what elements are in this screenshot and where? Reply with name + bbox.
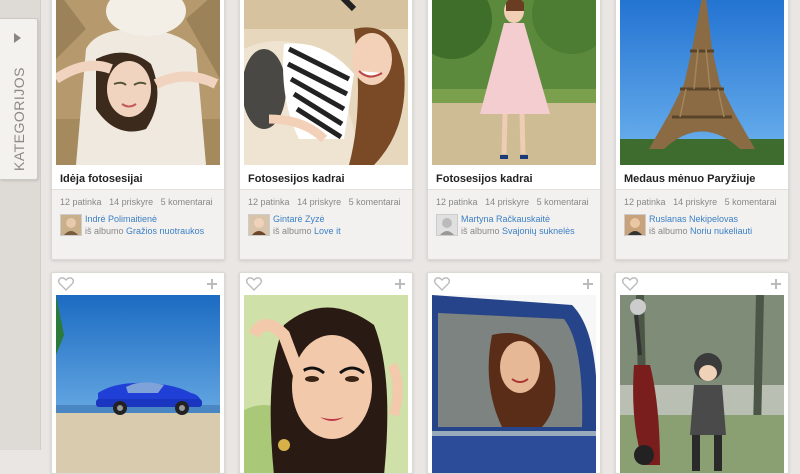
plus-icon[interactable] bbox=[394, 278, 406, 290]
heart-icon[interactable] bbox=[58, 277, 74, 291]
pin-photo[interactable] bbox=[56, 295, 220, 473]
likes-count: 12 patinka bbox=[624, 197, 666, 207]
pin-meta: 12 patinka 14 priskyre 5 komentarai Rusl… bbox=[616, 189, 788, 259]
comments-count[interactable]: 5 komentarai bbox=[161, 197, 213, 207]
comments-count[interactable]: 5 komentarai bbox=[725, 197, 777, 207]
pin-stats: 12 patinka 14 priskyre 5 komentarai bbox=[248, 197, 406, 207]
avatar[interactable] bbox=[624, 214, 646, 236]
pin-card[interactable]: Fotosesijos kadrai 12 patinka 14 priskyr… bbox=[239, 0, 413, 260]
plus-icon[interactable] bbox=[770, 278, 782, 290]
categories-label: KATEGORIJOS bbox=[11, 66, 27, 172]
author-link[interactable]: Ruslanas Nekipelovas bbox=[649, 214, 738, 224]
pin-title[interactable]: Fotosesijos kadrai bbox=[436, 173, 533, 185]
author-link[interactable]: Gintarė Zyzė bbox=[273, 214, 325, 224]
plus-icon[interactable] bbox=[582, 278, 594, 290]
pin-meta: 12 patinka 14 priskyre 5 komentarai Gint… bbox=[240, 189, 412, 259]
album-prefix: iš albumo bbox=[461, 226, 500, 236]
pin-photo[interactable] bbox=[56, 0, 220, 165]
pin-title[interactable]: Fotosesijos kadrai bbox=[248, 173, 345, 185]
album-link[interactable]: Gražios nuotraukos bbox=[126, 226, 204, 236]
album-prefix: iš albumo bbox=[273, 226, 312, 236]
pin-meta: 12 patinka 14 priskyre 5 komentarai Mart… bbox=[428, 189, 600, 259]
likes-count: 12 patinka bbox=[248, 197, 290, 207]
heart-icon[interactable] bbox=[434, 277, 450, 291]
shares-count: 14 priskyre bbox=[109, 197, 154, 207]
pin-card[interactable]: Medaus mėnuo Paryžiuje 12 patinka 14 pri… bbox=[615, 0, 789, 260]
comments-count[interactable]: 5 komentarai bbox=[537, 197, 589, 207]
pin-photo[interactable] bbox=[244, 0, 408, 165]
album-prefix: iš albumo bbox=[649, 226, 688, 236]
shares-count: 14 priskyre bbox=[485, 197, 530, 207]
pin-title[interactable]: Idėja fotosesijai bbox=[60, 173, 143, 185]
heart-icon[interactable] bbox=[246, 277, 262, 291]
album-line: iš albumo Noriu nukeliauti bbox=[649, 226, 752, 236]
album-link[interactable]: Love it bbox=[314, 226, 341, 236]
pin-card[interactable] bbox=[615, 272, 789, 474]
album-link[interactable]: Svajonių suknelės bbox=[502, 226, 575, 236]
pin-stats: 12 patinka 14 priskyre 5 komentarai bbox=[436, 197, 594, 207]
avatar[interactable] bbox=[60, 214, 82, 236]
pin-title[interactable]: Medaus mėnuo Paryžiuje bbox=[624, 173, 755, 185]
pin-photo[interactable] bbox=[432, 0, 596, 165]
avatar[interactable] bbox=[436, 214, 458, 236]
heart-icon[interactable] bbox=[622, 277, 638, 291]
pin-card[interactable]: Fotosesijos kadrai 12 patinka 14 priskyr… bbox=[427, 0, 601, 260]
plus-icon[interactable] bbox=[206, 278, 218, 290]
shares-count: 14 priskyre bbox=[673, 197, 718, 207]
pin-stats: 12 patinka 14 priskyre 5 komentarai bbox=[60, 197, 218, 207]
album-link[interactable]: Noriu nukeliauti bbox=[690, 226, 752, 236]
pin-card[interactable] bbox=[239, 272, 413, 474]
arrow-right-icon bbox=[14, 33, 21, 43]
pin-card[interactable] bbox=[427, 272, 601, 474]
categories-tab[interactable]: KATEGORIJOS bbox=[0, 18, 38, 180]
author-link[interactable]: Indrė Polimaitienė bbox=[85, 214, 157, 224]
avatar[interactable] bbox=[248, 214, 270, 236]
author-link[interactable]: Martyna Račkauskaitė bbox=[461, 214, 550, 224]
pin-photo[interactable] bbox=[620, 0, 784, 165]
album-line: iš albumo Svajonių suknelės bbox=[461, 226, 575, 236]
likes-count: 12 patinka bbox=[436, 197, 478, 207]
pin-photo[interactable] bbox=[620, 295, 784, 473]
album-line: iš albumo Gražios nuotraukos bbox=[85, 226, 204, 236]
album-line: iš albumo Love it bbox=[273, 226, 341, 236]
pin-photo[interactable] bbox=[244, 295, 408, 473]
album-prefix: iš albumo bbox=[85, 226, 124, 236]
likes-count: 12 patinka bbox=[60, 197, 102, 207]
pin-meta: 12 patinka 14 priskyre 5 komentarai Indr… bbox=[52, 189, 224, 259]
pin-stats: 12 patinka 14 priskyre 5 komentarai bbox=[624, 197, 782, 207]
shares-count: 14 priskyre bbox=[297, 197, 342, 207]
pin-card[interactable]: Idėja fotosesijai 12 patinka 14 priskyre… bbox=[51, 0, 225, 260]
pin-card[interactable] bbox=[51, 272, 225, 474]
comments-count[interactable]: 5 komentarai bbox=[349, 197, 401, 207]
pin-photo[interactable] bbox=[432, 295, 596, 473]
